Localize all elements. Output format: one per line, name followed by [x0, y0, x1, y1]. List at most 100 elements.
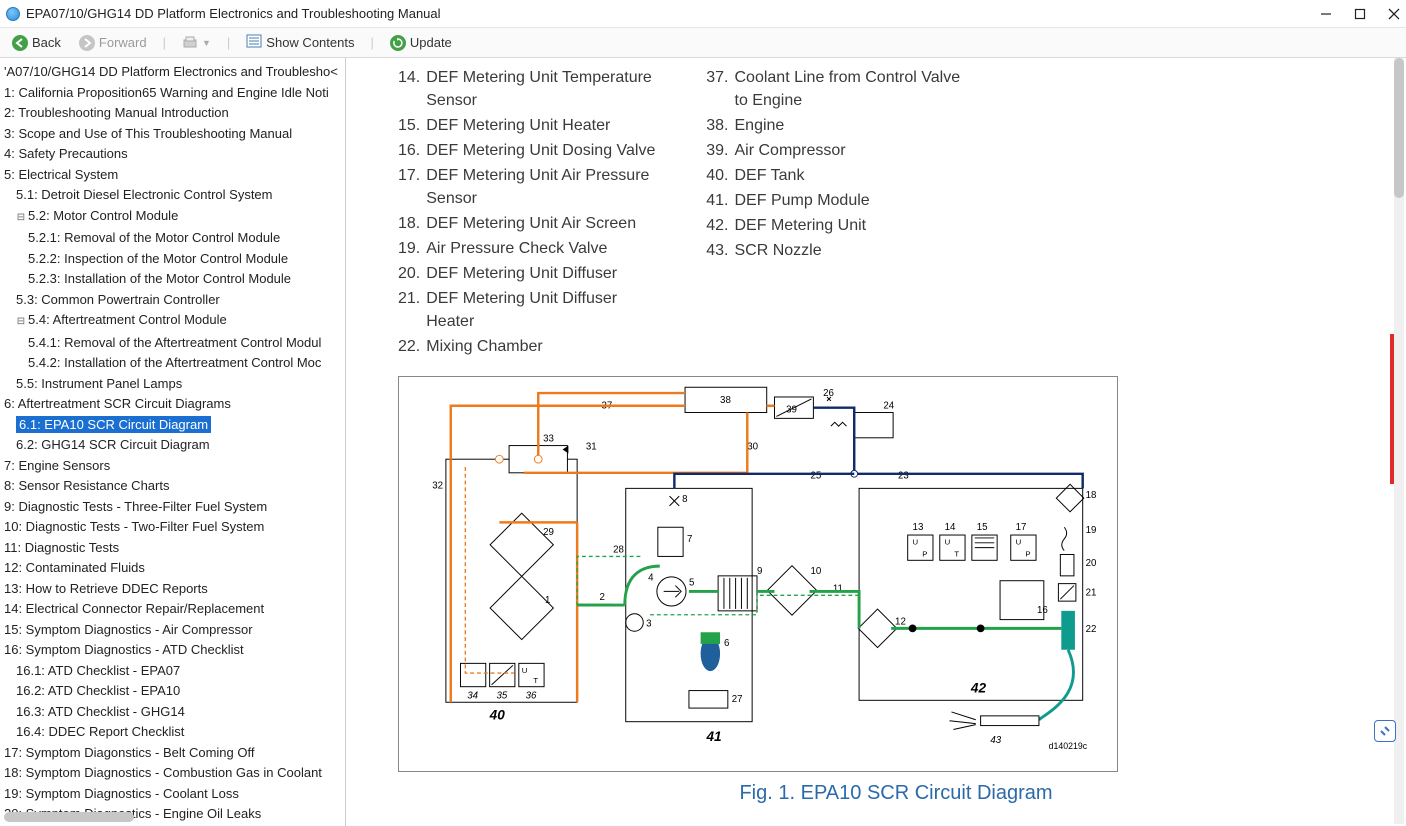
- toc-item[interactable]: 19: Symptom Diagnostics - Coolant Loss: [2, 784, 345, 805]
- toc-item[interactable]: 16.3: ATD Checklist - GHG14: [2, 702, 345, 723]
- toolbar: Back Forward | ▼ | Show Contents | Updat…: [0, 28, 1406, 58]
- close-icon[interactable]: [1388, 8, 1400, 20]
- sidebar-hscroll-thumb[interactable]: [4, 812, 134, 822]
- toc-item[interactable]: 17: Symptom Diagonstics - Belt Coming Of…: [2, 743, 345, 764]
- toc-item[interactable]: 5.4.2: Installation of the Aftertreatmen…: [2, 353, 345, 374]
- toc-item[interactable]: 5: Electrical System: [2, 165, 345, 186]
- legend-item: 17.DEF Metering Unit Air Pressure Sensor: [398, 164, 666, 210]
- scroll-marker: [1390, 334, 1394, 484]
- svg-text:14: 14: [945, 522, 956, 533]
- toc-item[interactable]: ⊟5.2: Motor Control Module: [2, 206, 345, 229]
- svg-text:33: 33: [543, 434, 554, 445]
- svg-text:31: 31: [586, 441, 597, 452]
- content-vscroll-thumb[interactable]: [1394, 58, 1404, 198]
- remote-session-icon[interactable]: [1374, 720, 1396, 742]
- legend-item: 40.DEF Tank: [706, 164, 964, 187]
- svg-text:U: U: [1016, 538, 1022, 547]
- svg-text:21: 21: [1086, 587, 1097, 598]
- svg-text:U: U: [522, 666, 528, 675]
- legend-item: 19.Air Pressure Check Valve: [398, 237, 666, 260]
- legend-item: 42.DEF Metering Unit: [706, 214, 964, 237]
- toc-item[interactable]: 3: Scope and Use of This Troubleshooting…: [2, 124, 345, 145]
- back-button[interactable]: Back: [6, 33, 67, 53]
- update-icon: [390, 35, 406, 51]
- toc-item[interactable]: 8: Sensor Resistance Charts: [2, 476, 345, 497]
- toc-item[interactable]: 4: Safety Precautions: [2, 144, 345, 165]
- svg-text:20: 20: [1086, 558, 1097, 569]
- toolbar-separator: |: [366, 35, 377, 50]
- svg-text:24: 24: [883, 401, 894, 412]
- svg-text:26: 26: [823, 388, 834, 399]
- toolbar-separator: |: [159, 35, 170, 50]
- content-pane[interactable]: 14.DEF Metering Unit Temperature Sensor1…: [346, 58, 1406, 826]
- toc-item[interactable]: 12: Contaminated Fluids: [2, 558, 345, 579]
- svg-text:42: 42: [970, 681, 987, 696]
- toc-item[interactable]: 14: Electrical Connector Repair/Replacem…: [2, 599, 345, 620]
- svg-text:7: 7: [687, 534, 692, 545]
- toc-item[interactable]: 5.1: Detroit Diesel Electronic Control S…: [2, 185, 345, 206]
- toc-item-selected[interactable]: 6.1: EPA10 SCR Circuit Diagram: [2, 415, 345, 436]
- toolbar-separator: |: [223, 35, 234, 50]
- toc-item[interactable]: 5.2.1: Removal of the Motor Control Modu…: [2, 228, 345, 249]
- toc-root[interactable]: 'A07/10/GHG14 DD Platform Electronics an…: [2, 62, 345, 83]
- toc-item[interactable]: 16.1: ATD Checklist - EPA07: [2, 661, 345, 682]
- legend-item: 41.DEF Pump Module: [706, 189, 964, 212]
- contents-icon: [246, 34, 262, 51]
- svg-text:2: 2: [600, 592, 605, 603]
- toc-item[interactable]: 7: Engine Sensors: [2, 456, 345, 477]
- toc-item[interactable]: 13: How to Retrieve DDEC Reports: [2, 579, 345, 600]
- toc-item[interactable]: 5.3: Common Powertrain Controller: [2, 290, 345, 311]
- toc-item[interactable]: 16.4: DDEC Report Checklist: [2, 722, 345, 743]
- svg-text:41: 41: [705, 729, 721, 744]
- toc-item[interactable]: 16.2: ATD Checklist - EPA10: [2, 681, 345, 702]
- svg-text:d140219c: d140219c: [1049, 741, 1088, 751]
- svg-text:38: 38: [720, 395, 731, 406]
- svg-text:16: 16: [1037, 605, 1048, 616]
- svg-text:23: 23: [898, 471, 909, 482]
- svg-text:T: T: [533, 676, 538, 685]
- toc-item[interactable]: 1: California Proposition65 Warning and …: [2, 83, 345, 104]
- toc-item[interactable]: 5.5: Instrument Panel Lamps: [2, 374, 345, 395]
- toc-item[interactable]: 9: Diagnostic Tests - Three-Filter Fuel …: [2, 497, 345, 518]
- svg-text:9: 9: [757, 566, 762, 577]
- maximize-icon[interactable]: [1354, 8, 1366, 20]
- toc-item[interactable]: 5.2.2: Inspection of the Motor Control M…: [2, 249, 345, 270]
- window-title: EPA07/10/GHG14 DD Platform Electronics a…: [26, 6, 441, 21]
- legend-item: 18.DEF Metering Unit Air Screen: [398, 212, 666, 235]
- svg-text:13: 13: [913, 522, 924, 533]
- svg-text:40: 40: [489, 708, 506, 723]
- svg-text:39: 39: [786, 405, 797, 416]
- svg-text:27: 27: [732, 694, 743, 705]
- svg-text:P: P: [922, 549, 927, 558]
- toc-item[interactable]: 16: Symptom Diagnostics - ATD Checklist: [2, 640, 345, 661]
- toc-item[interactable]: 10: Diagnostic Tests - Two-Filter Fuel S…: [2, 517, 345, 538]
- svg-text:5: 5: [689, 578, 694, 589]
- toc-item[interactable]: 5.2.3: Installation of the Motor Control…: [2, 269, 345, 290]
- svg-text:P: P: [1025, 549, 1030, 558]
- update-button[interactable]: Update: [384, 33, 458, 53]
- svg-text:15: 15: [977, 522, 988, 533]
- toc-item[interactable]: 2: Troubleshooting Manual Introduction: [2, 103, 345, 124]
- show-contents-button[interactable]: Show Contents: [240, 32, 360, 53]
- svg-text:43: 43: [990, 735, 1001, 746]
- content-vscroll-track[interactable]: [1394, 58, 1404, 824]
- toc-item[interactable]: 6.2: GHG14 SCR Circuit Diagram: [2, 435, 345, 456]
- toc-item[interactable]: 18: Symptom Diagnostics - Combustion Gas…: [2, 763, 345, 784]
- legend-item: 20.DEF Metering Unit Diffuser: [398, 262, 666, 285]
- minimize-icon[interactable]: [1320, 8, 1332, 20]
- figure-box: 33 32 29 1 34 35 UT36 40 8 7: [398, 376, 1118, 772]
- toc-item[interactable]: ⊟5.4: Aftertreatment Control Module: [2, 310, 345, 333]
- legend-item: 38.Engine: [706, 114, 964, 137]
- forward-button[interactable]: Forward: [73, 33, 153, 53]
- print-button[interactable]: ▼: [176, 34, 217, 52]
- svg-text:36: 36: [526, 690, 537, 701]
- svg-text:T: T: [954, 549, 959, 558]
- toc-item[interactable]: 6: Aftertreatment SCR Circuit Diagrams: [2, 394, 345, 415]
- legend-item: 15.DEF Metering Unit Heater: [398, 114, 666, 137]
- toc-item[interactable]: 15: Symptom Diagnostics - Air Compressor: [2, 620, 345, 641]
- legend-item: 21.DEF Metering Unit Diffuser Heater: [398, 287, 666, 333]
- svg-text:35: 35: [496, 690, 507, 701]
- toc-item[interactable]: 11: Diagnostic Tests: [2, 538, 345, 559]
- toc-item[interactable]: 5.4.1: Removal of the Aftertreatment Con…: [2, 333, 345, 354]
- svg-text:12: 12: [895, 616, 906, 627]
